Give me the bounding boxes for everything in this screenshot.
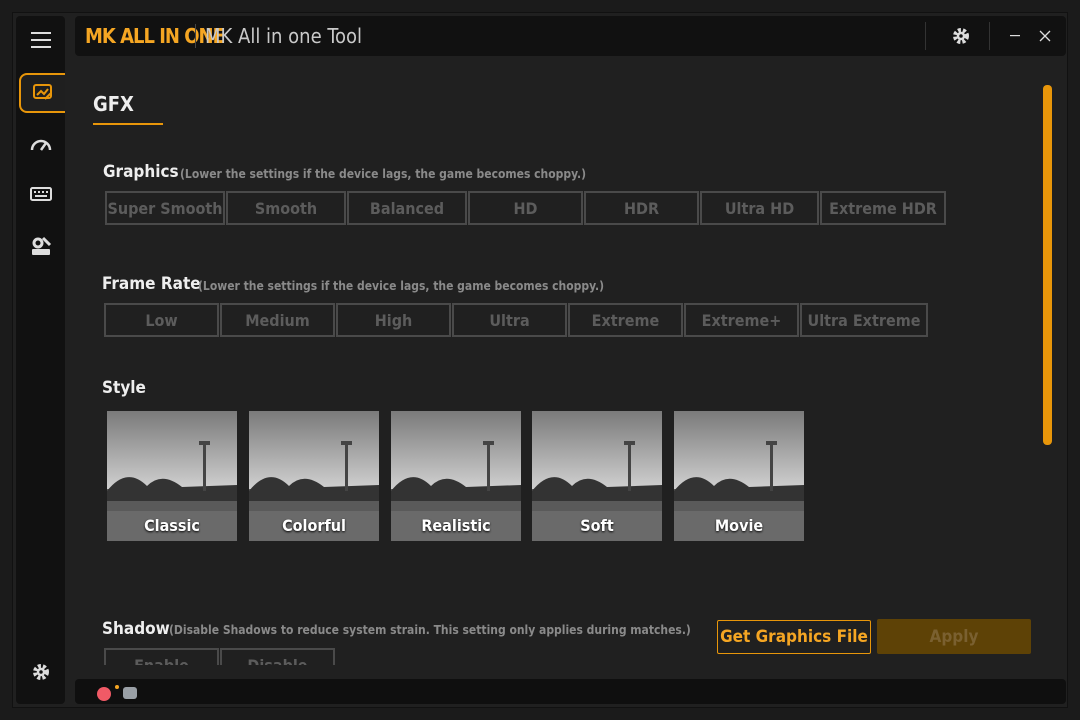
scrollbar-thumb[interactable] — [1043, 85, 1052, 445]
graphics-option[interactable]: Super Smooth — [105, 191, 225, 225]
graphics-option[interactable]: Smooth — [226, 191, 346, 225]
settings-icon — [32, 664, 49, 680]
frame-rate-hint: (Lower the settings if the device lags, … — [198, 279, 605, 293]
brand-logo: MK ALL IN ONE — [85, 24, 225, 48]
shadow-options-clip: Enable Disable — [104, 648, 344, 665]
frame-rate-option[interactable]: Ultra — [452, 303, 567, 337]
tab-underline — [93, 123, 163, 125]
main-content: GFX Graphics (Lower the settings if the … — [75, 64, 1066, 674]
style-option-label: Soft — [580, 516, 614, 535]
style-option-classic[interactable]: Classic — [107, 411, 237, 541]
frame-rate-option[interactable]: Extreme+ — [684, 303, 799, 337]
style-option-label: Realistic — [421, 516, 491, 535]
frame-rate-option[interactable]: Medium — [220, 303, 335, 337]
sidebar-item-performance[interactable] — [16, 124, 65, 164]
shadow-hint: (Disable Shadows to reduce system strain… — [169, 623, 691, 637]
shadow-option-enable[interactable]: Enable — [104, 648, 219, 665]
style-option-soft[interactable]: Soft — [532, 411, 662, 541]
frame-rate-label: Frame Rate — [102, 274, 201, 294]
keyboard-icon — [29, 187, 52, 201]
style-option-realistic[interactable]: Realistic — [391, 411, 521, 541]
style-label: Style — [102, 378, 146, 398]
status-toggle-icon[interactable] — [123, 687, 137, 699]
speedometer-icon — [30, 139, 51, 151]
status-bar — [75, 679, 1066, 704]
status-indicator-icon — [97, 687, 111, 701]
style-option-label: Classic — [144, 516, 200, 535]
title-bar: MK ALL IN ONE MK All in one Tool — [75, 16, 1066, 56]
close-icon — [1039, 30, 1051, 42]
minimize-button[interactable] — [1000, 16, 1030, 56]
graphics-option[interactable]: Extreme HDR — [820, 191, 946, 225]
gfx-icon — [33, 84, 52, 100]
frame-rate-option[interactable]: Low — [104, 303, 219, 337]
close-button[interactable] — [1030, 16, 1060, 56]
sidebar-item-keyboard[interactable] — [16, 174, 65, 214]
graphics-option[interactable]: Ultra HD — [700, 191, 819, 225]
graphics-option[interactable]: Balanced — [347, 191, 467, 225]
style-option-label: Movie — [714, 516, 764, 535]
frame-rate-option[interactable]: High — [336, 303, 451, 337]
frame-rate-option[interactable]: Ultra Extreme — [800, 303, 928, 337]
graphics-hint: (Lower the settings if the device lags, … — [180, 167, 587, 181]
app-title: MK All in one Tool — [205, 24, 362, 48]
style-option-movie[interactable]: Movie — [674, 411, 804, 541]
tab-gfx[interactable]: GFX — [93, 92, 134, 116]
graphics-option[interactable]: HDR — [584, 191, 699, 225]
minimize-icon — [1010, 35, 1020, 37]
sidebar-item-tools[interactable] — [16, 226, 65, 266]
graphics-label: Graphics — [103, 162, 179, 182]
apply-button[interactable]: Apply — [877, 619, 1031, 654]
settings-button[interactable] — [946, 16, 976, 56]
frame-rate-option[interactable]: Extreme — [568, 303, 683, 337]
title-divider — [195, 24, 196, 48]
get-graphics-file-button[interactable]: Get Graphics File — [717, 620, 871, 654]
gear-icon — [953, 28, 969, 44]
menu-icon[interactable] — [16, 20, 65, 60]
style-option-colorful[interactable]: Colorful — [249, 411, 379, 541]
notification-dot-icon — [115, 685, 119, 689]
sidebar — [16, 16, 65, 704]
tools-icon — [31, 236, 51, 255]
title-divider — [989, 22, 990, 50]
sidebar-settings[interactable] — [16, 652, 65, 692]
sidebar-item-gfx[interactable] — [19, 73, 65, 113]
style-option-label: Colorful — [282, 516, 346, 535]
graphics-option[interactable]: HD — [468, 191, 583, 225]
shadow-label: Shadow — [102, 619, 170, 639]
title-divider — [925, 22, 926, 50]
shadow-option-disable[interactable]: Disable — [220, 648, 335, 665]
